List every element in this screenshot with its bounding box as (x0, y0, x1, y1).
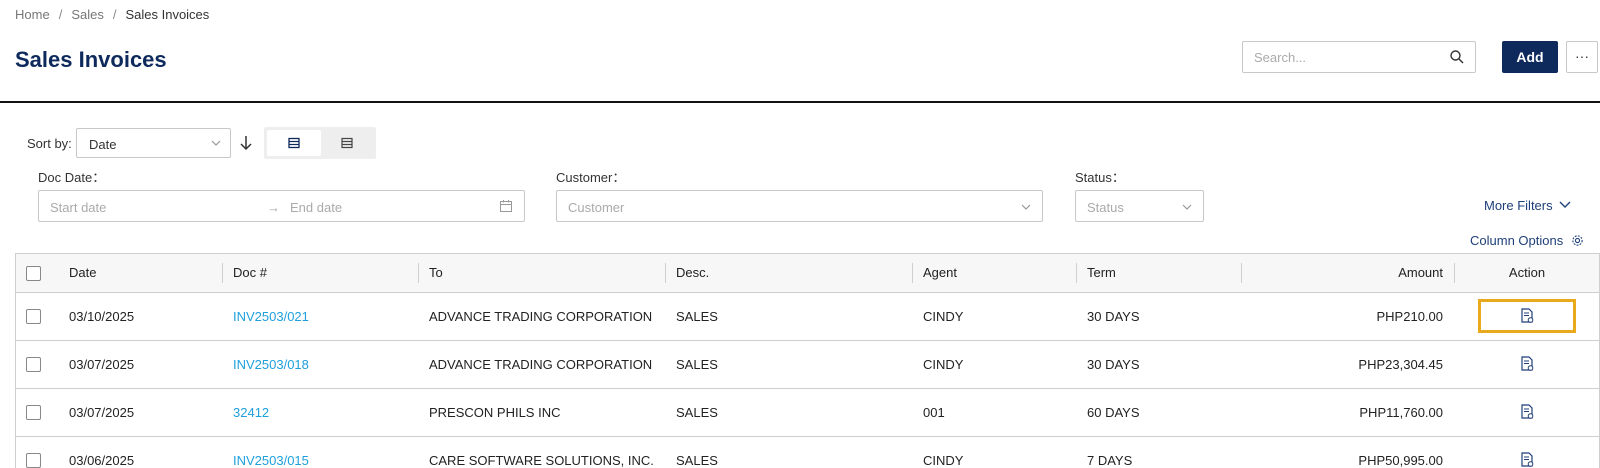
chevron-down-icon (1559, 201, 1571, 208)
chevron-down-icon (1021, 204, 1031, 210)
doc-number-link[interactable]: INV2503/018 (233, 357, 309, 372)
view-toggle (264, 127, 376, 159)
table-row[interactable]: 03/10/2025 INV2503/021 ADVANCE TRADING C… (16, 292, 1599, 341)
document-view-icon (1521, 356, 1534, 371)
breadcrumb-separator: / (112, 7, 117, 22)
sort-select[interactable]: Date (76, 128, 231, 158)
search-icon[interactable] (1449, 49, 1465, 65)
doc-date-label: Doc Date： (38, 170, 106, 185)
cell-date: 03/07/2025 (59, 388, 223, 437)
cell-term: 30 DAYS (1077, 292, 1242, 341)
chevron-down-icon (211, 140, 221, 146)
view-invoice-button[interactable] (1478, 395, 1576, 429)
cell-amount: PHP50,995.00 (1242, 436, 1455, 468)
breadcrumb-home[interactable]: Home (15, 7, 50, 22)
breadcrumb-current: Sales Invoices (125, 7, 210, 22)
cell-desc: SALES (666, 436, 913, 468)
cell-amount: PHP23,304.45 (1242, 340, 1455, 389)
list-view-icon (341, 137, 353, 149)
doc-number-link[interactable]: INV2503/021 (233, 309, 309, 324)
cell-desc: SALES (666, 292, 913, 341)
more-filters-toggle[interactable]: More Filters (1484, 198, 1571, 213)
column-header-term[interactable]: Term (1077, 254, 1242, 293)
column-header-agent[interactable]: Agent (913, 254, 1077, 293)
chevron-down-icon (1182, 204, 1192, 210)
cell-amount: PHP210.00 (1242, 292, 1455, 341)
breadcrumb-sales[interactable]: Sales (71, 7, 104, 22)
table-header-row: Date Doc # To Desc. Agent Term Amount Ac… (16, 254, 1599, 293)
select-all-cell (16, 254, 59, 293)
cell-to: ADVANCE TRADING CORPORATION (419, 340, 666, 389)
view-invoice-button[interactable] (1478, 443, 1576, 468)
cell-to: PRESCON PHILS INC (419, 388, 666, 437)
select-all-checkbox[interactable] (26, 265, 41, 281)
cell-amount: PHP11,760.00 (1242, 388, 1455, 437)
card-view-icon (288, 137, 300, 149)
column-header-to[interactable]: To (419, 254, 666, 293)
column-options-label: Column Options (1470, 233, 1564, 248)
cell-agent: CINDY (913, 340, 1077, 389)
page-title: Sales Invoices (15, 47, 167, 72)
search-box (1242, 41, 1476, 73)
document-view-icon (1521, 404, 1534, 419)
row-checkbox[interactable] (26, 453, 41, 468)
customer-placeholder: Customer (568, 200, 625, 215)
cell-term: 60 DAYS (1077, 388, 1242, 437)
cell-term: 30 DAYS (1077, 340, 1242, 389)
cell-term: 7 DAYS (1077, 436, 1242, 468)
start-date-input[interactable]: Start date (50, 200, 106, 215)
cell-date: 03/10/2025 (59, 292, 223, 341)
customer-select[interactable]: Customer (556, 190, 1043, 222)
breadcrumb-separator: / (58, 7, 63, 22)
cell-agent: 001 (913, 388, 1077, 437)
header-divider (0, 101, 1600, 103)
list-view-option[interactable] (320, 130, 374, 156)
card-view-option[interactable] (267, 130, 321, 156)
invoices-table: Date Doc # To Desc. Agent Term Amount Ac… (15, 253, 1600, 468)
more-options-button[interactable]: ··· (1566, 41, 1598, 73)
arrow-down-icon[interactable] (238, 134, 254, 152)
status-label: Status： (1075, 170, 1125, 185)
sort-label: Sort by: (27, 136, 72, 151)
customer-label: Customer： (556, 170, 626, 185)
calendar-icon (500, 200, 512, 212)
doc-date-range-picker[interactable]: Start date → End date (38, 190, 525, 222)
more-filters-label: More Filters (1484, 198, 1553, 213)
cell-date: 03/07/2025 (59, 340, 223, 389)
table-row[interactable]: 03/07/2025 INV2503/018 ADVANCE TRADING C… (16, 340, 1599, 389)
column-header-date[interactable]: Date (59, 254, 223, 293)
row-checkbox[interactable] (26, 309, 41, 325)
cell-to: CARE SOFTWARE SOLUTIONS, INC. (419, 436, 666, 468)
cell-date: 03/06/2025 (59, 436, 223, 468)
row-checkbox[interactable] (26, 405, 41, 421)
add-button[interactable]: Add (1502, 41, 1558, 73)
view-invoice-button[interactable] (1478, 347, 1576, 381)
table-row[interactable]: 03/06/2025 INV2503/015 CARE SOFTWARE SOL… (16, 436, 1599, 468)
column-options-button[interactable]: Column Options (1470, 233, 1584, 248)
cell-to: ADVANCE TRADING CORPORATION (419, 292, 666, 341)
cell-desc: SALES (666, 388, 913, 437)
doc-number-link[interactable]: 32412 (233, 405, 269, 420)
table-row[interactable]: 03/07/2025 32412 PRESCON PHILS INC SALES… (16, 388, 1599, 437)
row-checkbox[interactable] (26, 357, 41, 373)
column-header-doc[interactable]: Doc # (223, 254, 419, 293)
gear-icon (1572, 235, 1583, 246)
column-header-amount[interactable]: Amount (1242, 254, 1455, 293)
end-date-input[interactable]: End date (290, 200, 342, 215)
doc-number-link[interactable]: INV2503/015 (233, 453, 309, 468)
search-input[interactable] (1243, 42, 1433, 72)
column-header-action: Action (1455, 254, 1599, 293)
document-view-icon (1521, 308, 1534, 323)
view-invoice-button[interactable] (1478, 299, 1576, 333)
column-header-desc[interactable]: Desc. (666, 254, 913, 293)
cell-agent: CINDY (913, 292, 1077, 341)
cell-agent: CINDY (913, 436, 1077, 468)
cell-desc: SALES (666, 340, 913, 389)
breadcrumb: Home / Sales / Sales Invoices (15, 7, 209, 22)
date-range-arrow: → (267, 200, 280, 215)
document-view-icon (1521, 452, 1534, 467)
status-placeholder: Status (1087, 200, 1124, 215)
sort-select-value: Date (89, 137, 117, 152)
status-select[interactable]: Status (1075, 190, 1204, 222)
